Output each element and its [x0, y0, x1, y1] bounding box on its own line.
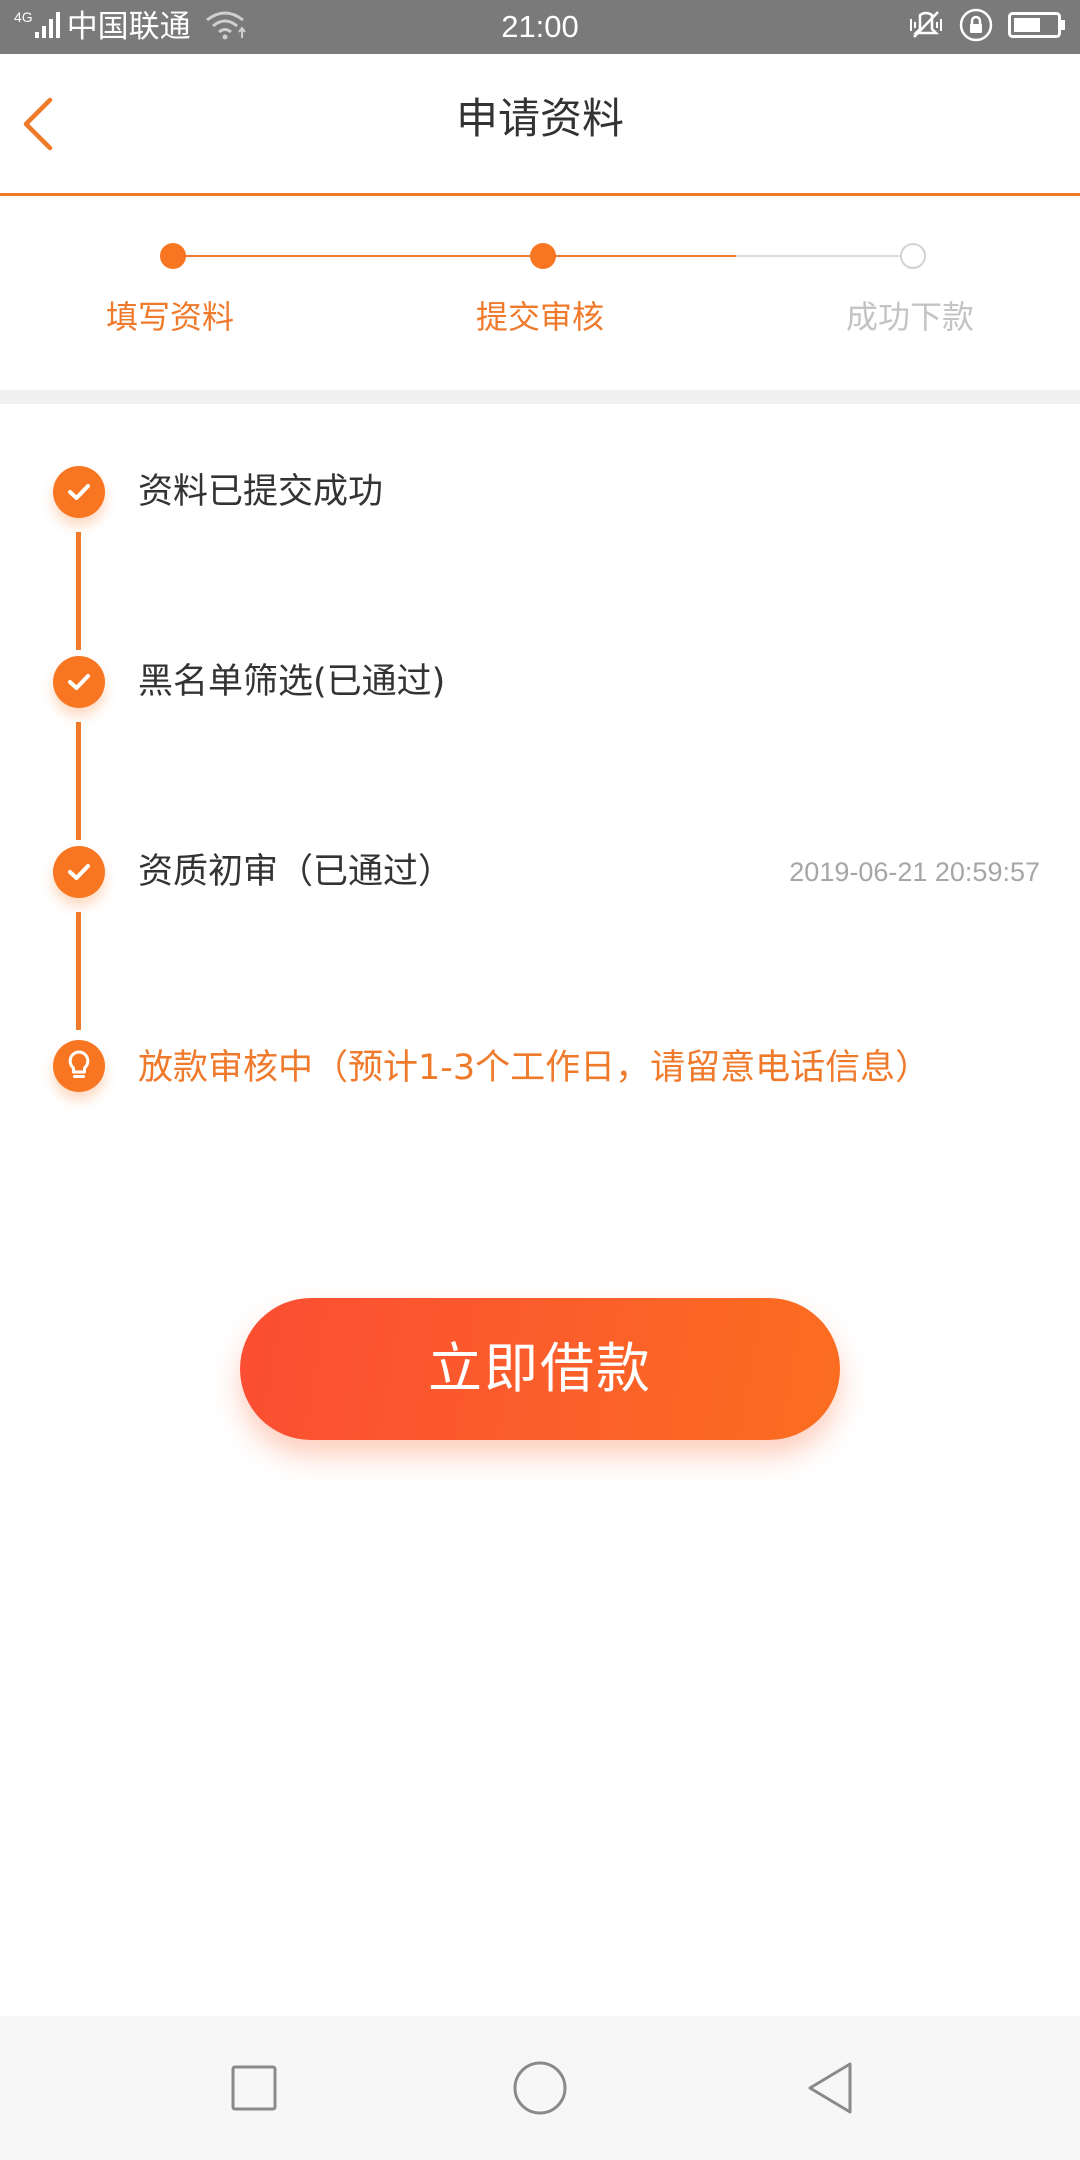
back-icon [808, 2062, 852, 2114]
check-icon [53, 466, 105, 518]
step-dot-2 [530, 243, 556, 269]
system-nav-bar [0, 2016, 1080, 2160]
section-divider [0, 390, 1080, 404]
timeline-timestamp: 2019-06-21 20:59:57 [789, 857, 1040, 887]
page-title: 申请资料 [455, 94, 624, 143]
check-icon [53, 656, 105, 708]
check-icon [53, 846, 105, 898]
battery-icon [1008, 11, 1066, 43]
timeline-step-preliminary: 资质初审（已通过） [138, 852, 454, 892]
step-progress: 填写资料 提交审核 成功下款 [0, 196, 1080, 390]
step-label-submit: 提交审核 [475, 298, 604, 336]
home-button[interactable] [504, 2052, 576, 2124]
back-nav-button[interactable] [794, 2052, 866, 2124]
recent-apps-button[interactable] [218, 2052, 290, 2124]
status-right [908, 0, 1066, 54]
step-line-2-todo [736, 255, 914, 257]
app-header: 申请资料 [0, 54, 1080, 196]
timeline-connector-3 [76, 912, 81, 1030]
borrow-now-button[interactable]: 立即借款 [240, 1298, 840, 1440]
step-label-fill: 填写资料 [105, 298, 234, 336]
status-bar: 4G 中国联通 21:00 [0, 0, 1080, 54]
home-icon [513, 2061, 567, 2115]
step-label-success: 成功下款 [845, 298, 974, 336]
step-line-2-done [544, 255, 736, 257]
timeline-connector-2 [76, 722, 81, 840]
step-dot-3 [900, 243, 926, 269]
timeline-connector-1 [76, 532, 81, 650]
timeline-step-submitted: 资料已提交成功 [138, 472, 384, 512]
timeline-step-disbursement: 放款审核中（预计1-3个工作日，请留意电话信息） [138, 1048, 931, 1088]
rotation-lock-icon [958, 7, 994, 47]
lightbulb-icon [53, 1040, 105, 1092]
step-dot-1 [160, 243, 186, 269]
step-line-1 [174, 255, 544, 257]
recent-apps-icon [231, 2065, 277, 2111]
timeline-step-blacklist: 黑名单筛选(已通过) [138, 662, 446, 702]
vibrate-mute-icon [908, 9, 944, 45]
